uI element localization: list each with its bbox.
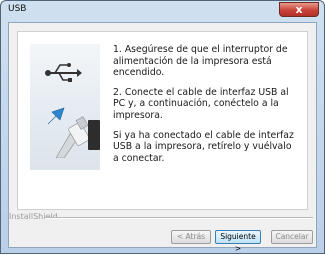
content-panel: 1. Asegúrese de que el interruptor de al… [17,31,308,210]
cancel-button[interactable]: Cancelar [271,230,313,244]
footer-divider [45,217,313,219]
close-button[interactable]: x [279,2,319,17]
usb-illustration [30,44,100,170]
instructions-text: 1. Asegúrese de que el interruptor de al… [113,44,298,172]
instruction-step-1: 1. Asegúrese de que el interruptor de al… [113,44,288,79]
instruction-note: Si ya ha conectado el cable de interfaz … [113,129,294,164]
usb-cable-plug-icon [56,116,90,158]
dialog-client-area: 1. Asegúrese de que el interruptor de al… [8,22,317,253]
window-title: USB [8,4,27,14]
usb-icon [45,63,82,82]
installer-window: USB x 1. Asegúrese de que el interruptor… [0,0,325,254]
back-button[interactable]: < Atrás [171,230,211,244]
next-button[interactable]: Siguiente > [215,230,261,253]
title-bar[interactable]: USB x [1,1,324,21]
instruction-step-2: 2. Conecte el cable de interfaz USB al P… [113,86,289,121]
usb-port-icon [88,120,100,150]
